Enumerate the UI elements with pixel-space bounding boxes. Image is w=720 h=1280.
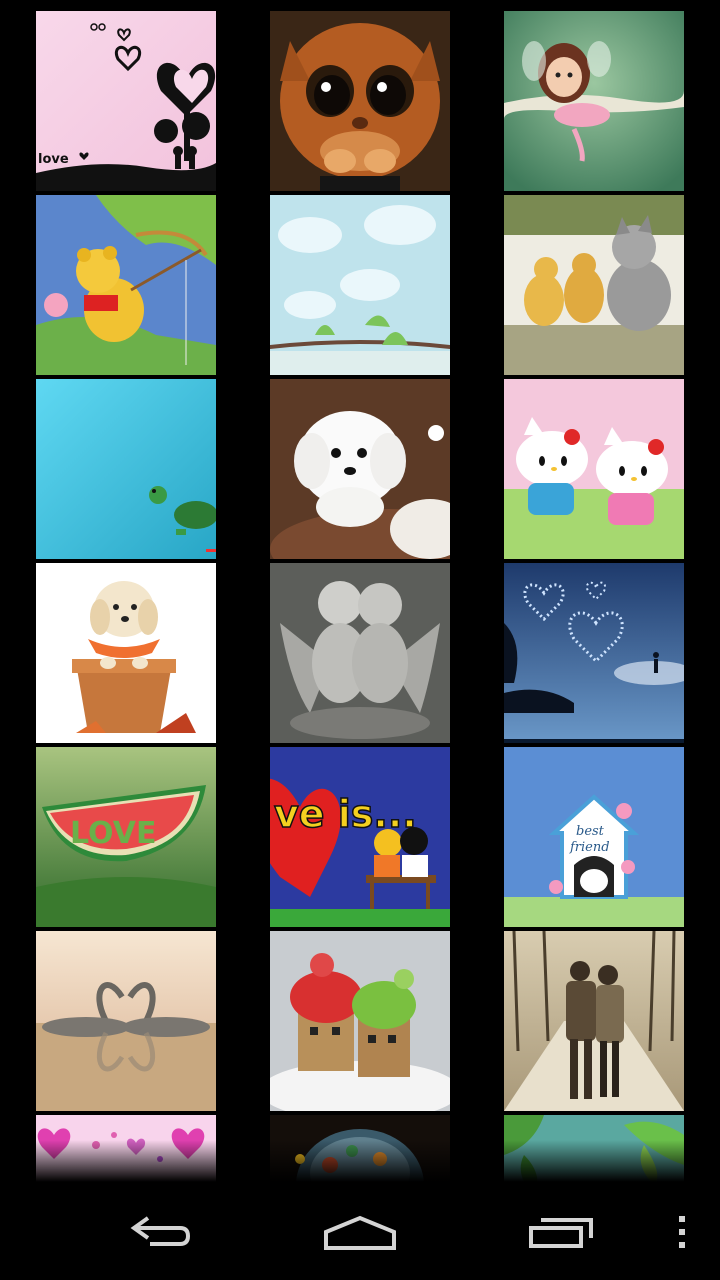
watermelon-love-thumbnail[interactable]: LOVE xyxy=(36,747,216,927)
hearts-silhouette-thumbnail[interactable]: love xyxy=(36,11,216,191)
clouds-birds-thumbnail[interactable] xyxy=(270,195,450,375)
navigation-bar xyxy=(0,1184,720,1280)
tile-caption-line1: best xyxy=(576,824,605,839)
love-is-thumbnail[interactable]: ve is... xyxy=(270,747,450,927)
danbo-hats-thumbnail[interactable] xyxy=(270,931,450,1111)
sad-cat-thumbnail[interactable] xyxy=(270,11,450,191)
swans-heart-thumbnail[interactable] xyxy=(36,931,216,1111)
home-icon xyxy=(324,1215,396,1250)
wallpaper-grid: love LOVE ve is... best friend xyxy=(0,0,720,1182)
back-arrow-icon xyxy=(130,1216,191,1246)
overflow-menu-icon xyxy=(679,1216,685,1248)
night-hearts-thumbnail[interactable] xyxy=(504,563,684,743)
tile-caption: ve is... xyxy=(274,792,417,836)
ducklings-kitten-thumbnail[interactable] xyxy=(504,195,684,375)
hello-kitty-thumbnail[interactable] xyxy=(504,379,684,559)
pooh-fishing-thumbnail[interactable] xyxy=(36,195,216,375)
white-puppy-thumbnail[interactable] xyxy=(270,379,450,559)
glass-bubble-thumbnail[interactable] xyxy=(270,1115,450,1182)
pink-hearts-thumbnail[interactable] xyxy=(36,1115,216,1182)
green-leaves-thumbnail[interactable] xyxy=(504,1115,684,1182)
recent-apps-icon xyxy=(529,1218,593,1248)
back-button[interactable] xyxy=(100,1184,220,1280)
tile-caption: love xyxy=(38,152,69,167)
turtle-cyan-thumbnail[interactable] xyxy=(36,379,216,559)
recent-apps-button[interactable] xyxy=(502,1184,622,1280)
home-button[interactable] xyxy=(300,1184,420,1280)
tile-caption: LOVE xyxy=(70,816,156,851)
menu-button[interactable] xyxy=(660,1184,704,1280)
tile-caption-line2: friend xyxy=(569,840,610,855)
angel-statues-thumbnail[interactable] xyxy=(270,563,450,743)
best-friend-thumbnail[interactable]: best friend xyxy=(504,747,684,927)
fairy-girl-thumbnail[interactable] xyxy=(504,11,684,191)
puppy-flowerpot-thumbnail[interactable] xyxy=(36,563,216,743)
couple-walking-thumbnail[interactable] xyxy=(504,931,684,1111)
